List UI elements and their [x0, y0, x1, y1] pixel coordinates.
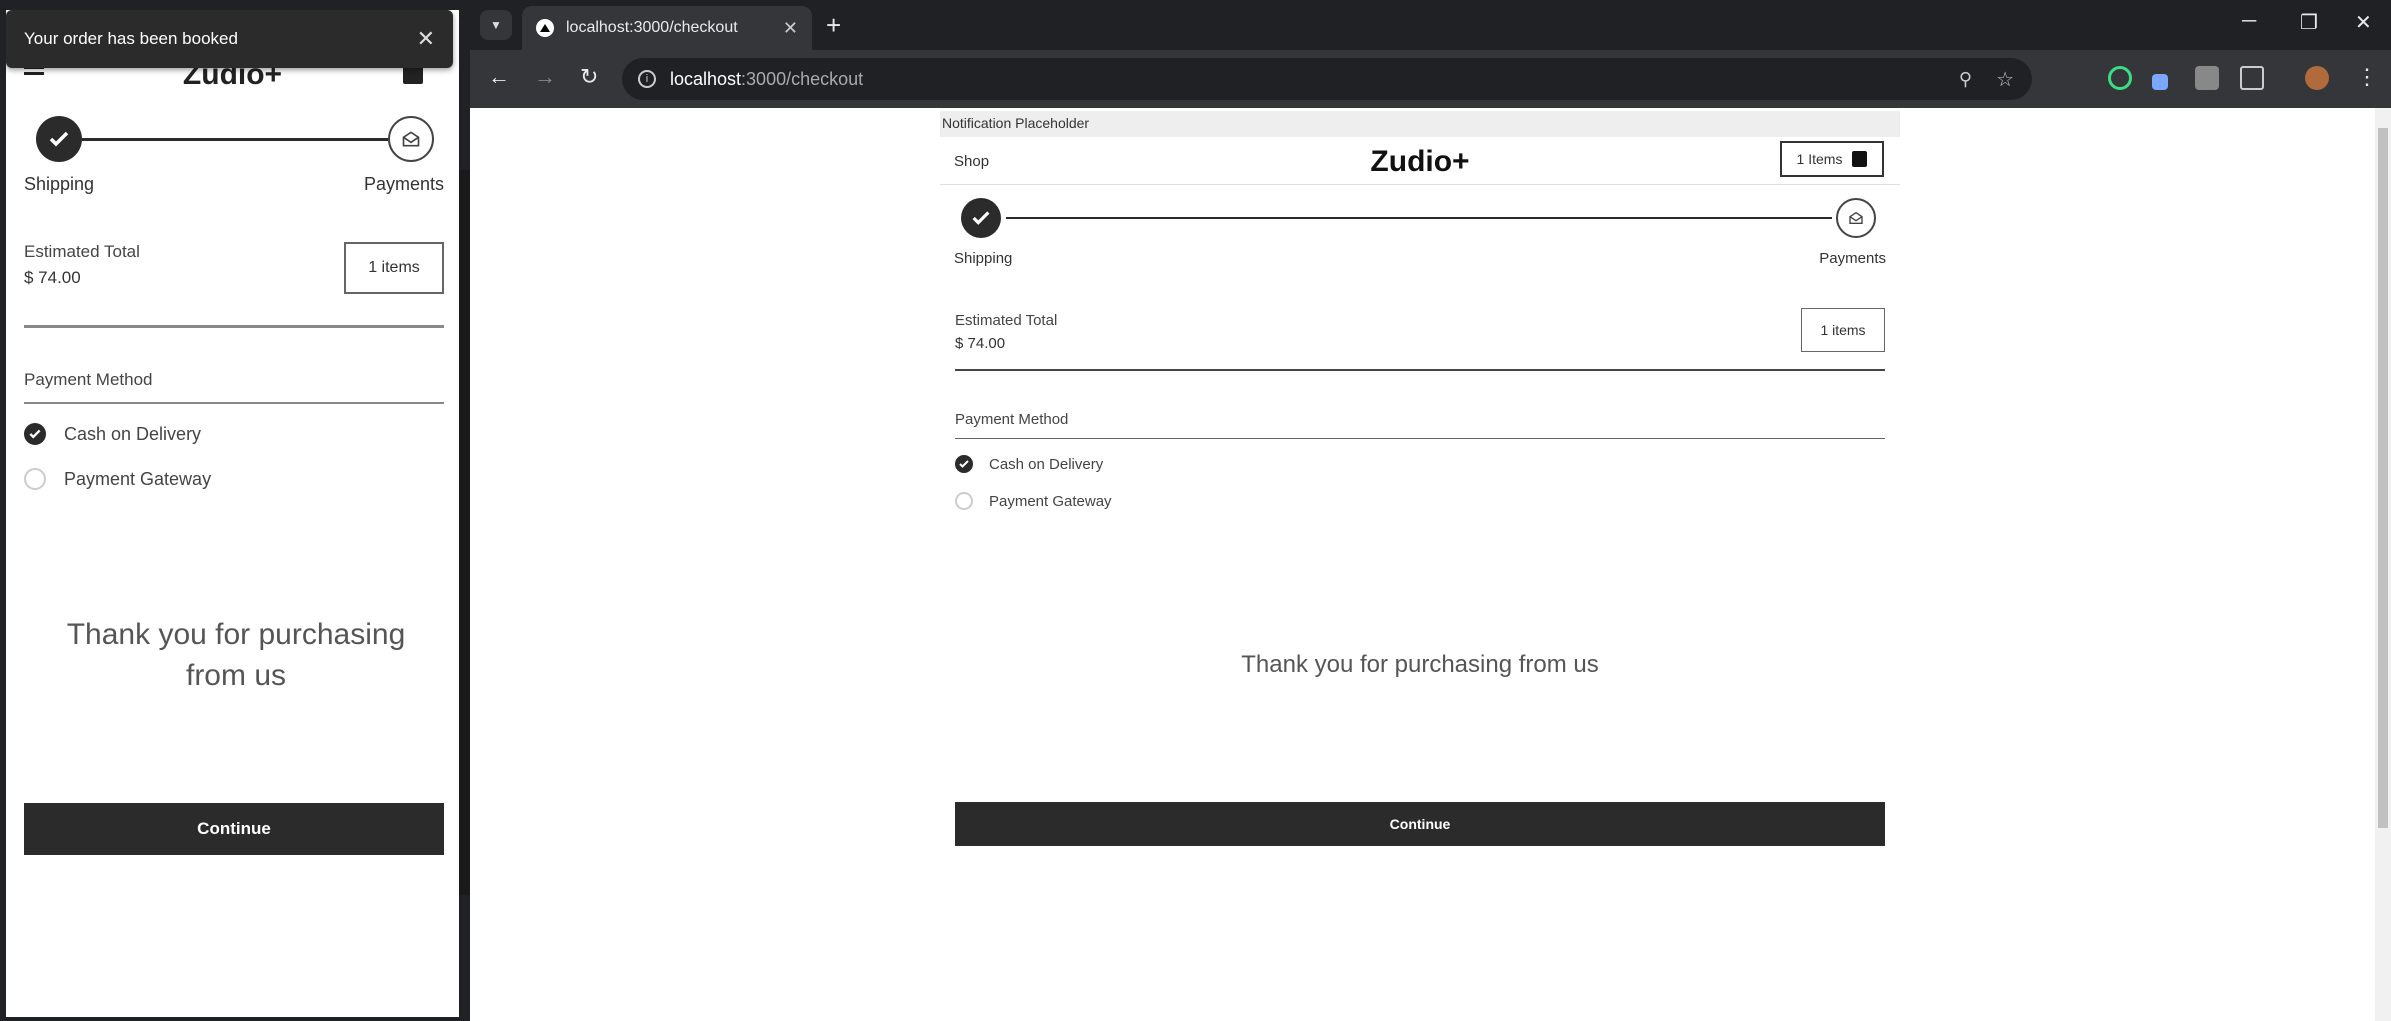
tab-bar: ▼ localhost:3000/checkout ✕ + ─ ❐ ✕: [470, 0, 2391, 50]
thank-you-message: Thank you for purchasing from us: [1241, 651, 1599, 678]
check-icon: [36, 116, 82, 162]
notification-placeholder: Notification Placeholder: [940, 111, 1900, 137]
mobile-estimated-total: Estimated Total $ 74.00 1 items: [24, 242, 444, 328]
radio-unchecked-icon[interactable]: [955, 492, 973, 510]
bookmark-star-icon[interactable]: ☆: [1996, 67, 2014, 92]
page-viewport: Notification Placeholder Shop Zudio+ 1 I…: [470, 108, 2375, 1021]
kebab-menu-icon[interactable]: ⋮: [2356, 64, 2378, 90]
payment-option-gateway[interactable]: Payment Gateway: [24, 468, 211, 490]
url-host: localhost: [670, 68, 742, 89]
cart-label: 1 Items: [1796, 151, 1843, 167]
page-scrollbar[interactable]: [2375, 108, 2391, 1021]
toast-message: Your order has been booked: [24, 29, 238, 48]
check-icon: [961, 198, 1001, 238]
extension-gray-icon[interactable]: [2195, 66, 2219, 90]
envelope-open-icon: [1836, 198, 1876, 238]
step-label-shipping: Shipping: [24, 174, 95, 194]
stepper-line: [82, 138, 388, 141]
payment-option-label: Cash on Delivery: [989, 455, 1104, 473]
cart-button[interactable]: 1 Items: [1780, 141, 1884, 177]
step-label-shipping: Shipping: [954, 250, 1013, 267]
profile-avatar[interactable]: [2305, 66, 2329, 90]
site-logo[interactable]: Zudio+: [940, 145, 1900, 179]
url-path: :3000/checkout: [741, 68, 864, 89]
mobile-checkout-stepper: Shipping Payments: [24, 114, 444, 204]
stepper-line: [1006, 217, 1832, 219]
radio-checked-icon[interactable]: [24, 423, 46, 445]
mobile-preview-panel: Your order has been booked ✕ Zudio+ Ship…: [6, 10, 459, 1017]
continue-button[interactable]: Continue: [24, 803, 444, 855]
scrollbar-thumb[interactable]: [2378, 128, 2388, 828]
thank-you-message: Thank you for purchasing from us: [66, 618, 406, 692]
tab-title: localhost:3000/checkout: [566, 19, 738, 36]
radio-checked-icon[interactable]: [955, 455, 973, 473]
toast-notification: Your order has been booked ✕: [6, 10, 453, 68]
favicon-icon: [536, 19, 554, 37]
extension-puzzle-badge-icon[interactable]: [2152, 74, 2168, 90]
shopping-bag-icon: [1852, 151, 1868, 167]
payment-option-label: Payment Gateway: [64, 468, 212, 489]
continue-button[interactable]: Continue: [955, 802, 1885, 846]
restore-button[interactable]: ❐: [2300, 10, 2318, 35]
site-info-icon[interactable]: i: [638, 70, 656, 88]
payment-method-label: Payment Method: [955, 411, 1885, 439]
estimated-total-value: $ 74.00: [955, 335, 1006, 352]
extensions-puzzle-icon[interactable]: [2240, 66, 2264, 90]
reload-icon[interactable]: ↻: [580, 64, 598, 90]
forward-arrow-icon[interactable]: →: [534, 64, 556, 90]
window-close-button[interactable]: ✕: [2355, 10, 2372, 35]
items-count-button[interactable]: 1 items: [1801, 308, 1885, 352]
panel-divider-dark: [459, 170, 470, 895]
step-label-payments: Payments: [363, 174, 444, 194]
browser-toolbar: ← → ↻ i localhost :3000/checkout ⚲ ☆ ⋮: [470, 50, 2391, 108]
payment-option-label: Cash on Delivery: [64, 423, 202, 444]
zoom-icon[interactable]: ⚲: [1959, 69, 1972, 90]
estimated-total-label: Estimated Total: [955, 312, 1058, 329]
step-label-payments: Payments: [1819, 250, 1886, 267]
back-arrow-icon[interactable]: ←: [488, 64, 510, 90]
payment-option-cod[interactable]: Cash on Delivery: [24, 423, 201, 445]
estimated-total-section: Estimated Total $ 74.00 1 items: [955, 308, 1885, 371]
payment-option-gateway[interactable]: Payment Gateway: [955, 492, 1112, 510]
extension-green-icon[interactable]: [2108, 66, 2132, 90]
toast-close-icon[interactable]: ✕: [417, 26, 435, 52]
minimize-button[interactable]: ─: [2242, 10, 2256, 33]
payment-method-label: Payment Method: [24, 370, 444, 404]
checkout-stepper: Shipping Payments: [954, 198, 1886, 268]
address-bar[interactable]: i localhost :3000/checkout ⚲ ☆: [622, 58, 2032, 100]
tab-search-chevron-icon[interactable]: ▼: [480, 10, 512, 40]
active-tab[interactable]: localhost:3000/checkout ✕: [522, 6, 812, 50]
panel-divider: [459, 10, 470, 170]
tab-close-icon[interactable]: ✕: [783, 18, 798, 39]
items-count-button[interactable]: 1 items: [344, 242, 444, 294]
site-header: Shop Zudio+ 1 Items: [940, 137, 1900, 185]
radio-unchecked-icon[interactable]: [24, 468, 46, 490]
payment-option-label: Payment Gateway: [989, 492, 1112, 510]
envelope-open-icon: [388, 116, 434, 162]
payment-option-cod[interactable]: Cash on Delivery: [955, 455, 1103, 473]
new-tab-button[interactable]: +: [826, 10, 841, 41]
